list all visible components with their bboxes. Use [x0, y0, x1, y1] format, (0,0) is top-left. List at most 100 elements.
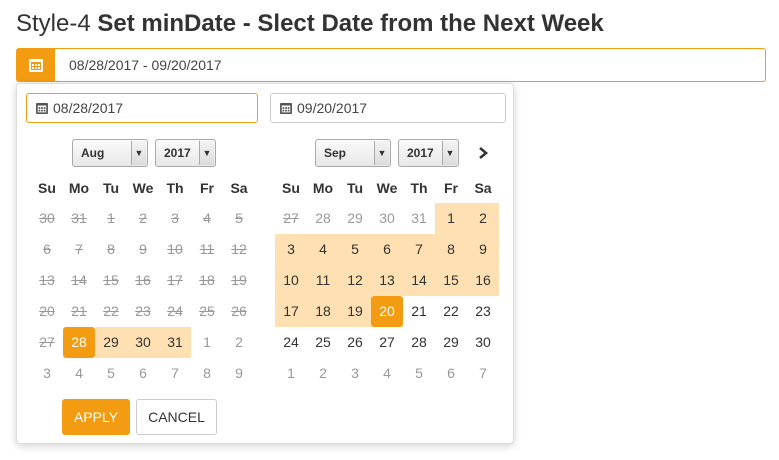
day-cell[interactable]: 26 — [339, 327, 371, 358]
weekday-header: Th — [410, 180, 428, 196]
day-cell[interactable]: 7 — [467, 358, 499, 389]
day-cell[interactable]: 6 — [435, 358, 467, 389]
day-cell: 18 — [199, 272, 215, 288]
day-cell[interactable]: 11 — [307, 265, 339, 296]
day-cell[interactable]: 1 — [275, 358, 307, 389]
day-cell: 3 — [171, 210, 179, 226]
day-cell[interactable]: 2 — [307, 358, 339, 389]
day-cell[interactable]: 28 — [307, 203, 339, 234]
day-cell[interactable]: 22 — [435, 296, 467, 327]
apply-button[interactable]: APPLY — [62, 399, 130, 435]
day-cell[interactable]: 28 — [403, 327, 435, 358]
left-month-select[interactable]: Aug ▼ — [72, 139, 148, 167]
day-cell: 14 — [71, 272, 87, 288]
day-cell[interactable]: 15 — [435, 265, 467, 296]
day-cell[interactable]: 4 — [63, 358, 95, 389]
day-cell[interactable]: 5 — [339, 234, 371, 265]
day-cell[interactable]: 31 — [403, 203, 435, 234]
day-cell[interactable]: 5 — [403, 358, 435, 389]
day-cell[interactable]: 14 — [403, 265, 435, 296]
day-cell[interactable]: 7 — [159, 358, 191, 389]
day-cell: 2 — [139, 210, 147, 226]
day-cell[interactable]: 3 — [339, 358, 371, 389]
day-cell[interactable]: 2 — [223, 327, 255, 358]
day-cell[interactable]: 12 — [339, 265, 371, 296]
day-cell[interactable]: 30 — [371, 203, 403, 234]
day-cell[interactable]: 23 — [467, 296, 499, 327]
daterangepicker-popup: Aug ▼ 2017 ▼ Sep ▼ 2017 ▼ SuMoTuWeThFrSa… — [16, 83, 514, 444]
day-cell: 23 — [135, 303, 151, 319]
day-cell: 8 — [107, 241, 115, 257]
date-range-value[interactable]: 08/28/2017 - 09/20/2017 — [69, 49, 222, 81]
range-addon[interactable] — [17, 49, 55, 81]
day-cell[interactable]: 5 — [95, 358, 127, 389]
day-cell: 27 — [283, 210, 299, 226]
right-calendar-grid: Su Mo Tu We Th Fr Sa 27 28 29 30 31 1 2 3 4 5 6 7 8 9 10 11 12 1… — [275, 173, 499, 389]
day-cell[interactable]: 19 — [339, 296, 371, 327]
cancel-button[interactable]: CANCEL — [136, 399, 217, 435]
left-year-value: 2017 — [164, 146, 191, 160]
day-cell[interactable]: 10 — [275, 265, 307, 296]
day-cell[interactable]: 3 — [275, 234, 307, 265]
day-cell[interactable]: 4 — [371, 358, 403, 389]
day-cell: 10 — [167, 241, 183, 257]
day-cell[interactable]: 21 — [403, 296, 435, 327]
day-cell[interactable]: 9 — [467, 234, 499, 265]
calendar-icon — [280, 102, 292, 115]
day-cell[interactable]: 24 — [275, 327, 307, 358]
day-cell: 21 — [71, 303, 87, 319]
end-date-input[interactable] — [297, 94, 477, 122]
weekday-header: Tu — [346, 180, 364, 196]
right-year-select[interactable]: 2017 ▼ — [398, 139, 459, 167]
day-cell[interactable]: 6 — [371, 234, 403, 265]
day-cell[interactable]: 4 — [307, 234, 339, 265]
day-cell: 5 — [235, 210, 243, 226]
right-month-select[interactable]: Sep ▼ — [315, 139, 391, 167]
day-cell[interactable]: 18 — [307, 296, 339, 327]
chevron-down-icon: ▼ — [199, 141, 214, 165]
day-cell[interactable]: 16 — [467, 265, 499, 296]
left-year-select[interactable]: 2017 ▼ — [155, 139, 216, 167]
day-cell: 11 — [199, 241, 215, 257]
left-month-value: Aug — [81, 146, 105, 160]
day-cell[interactable]: 25 — [307, 327, 339, 358]
day-cell[interactable]: 2 — [467, 203, 499, 234]
weekday-header: Sa — [230, 180, 248, 196]
title-prefix: Style-4 — [16, 10, 98, 37]
day-cell[interactable]: 8 — [435, 234, 467, 265]
day-cell[interactable]: 13 — [371, 265, 403, 296]
next-month-button[interactable] — [471, 141, 495, 165]
day-cell[interactable]: 31 — [159, 327, 191, 358]
day-cell[interactable]: 3 — [31, 358, 63, 389]
day-cell[interactable]: 8 — [191, 358, 223, 389]
start-date-input[interactable] — [53, 94, 233, 122]
day-cell[interactable]: 30 — [127, 327, 159, 358]
day-cell[interactable]: 1 — [435, 203, 467, 234]
day-cell[interactable]: 7 — [403, 234, 435, 265]
day-cell[interactable]: 1 — [191, 327, 223, 358]
day-cell: 4 — [203, 210, 211, 226]
day-cell: 17 — [167, 272, 183, 288]
day-cell[interactable]: 9 — [223, 358, 255, 389]
day-cell: 6 — [43, 241, 51, 257]
left-calendar-grid: Su Mo Tu We Th Fr Sa 30 31 1 2 3 4 5 6 7 8 9 10 11 12 13 14 15 1… — [31, 173, 255, 389]
day-cell[interactable]: 29 — [339, 203, 371, 234]
chevron-down-icon: ▼ — [374, 141, 389, 165]
right-year-value: 2017 — [407, 146, 434, 160]
selected-day-cell[interactable]: 20 — [371, 296, 403, 327]
day-cell[interactable]: 27 — [371, 327, 403, 358]
day-cell[interactable]: 29 — [95, 327, 127, 358]
day-cell: 27 — [39, 334, 55, 350]
day-cell[interactable]: 29 — [435, 327, 467, 358]
selected-day-cell[interactable]: 28 — [63, 327, 95, 358]
weekday-header: Th — [166, 180, 184, 196]
end-date-field[interactable] — [270, 93, 506, 123]
day-cell[interactable]: 6 — [127, 358, 159, 389]
day-cell[interactable]: 17 — [275, 296, 307, 327]
calendar-icon — [36, 102, 48, 115]
day-cell: 13 — [39, 272, 55, 288]
date-range-field[interactable]: 08/28/2017 - 09/20/2017 — [16, 48, 766, 82]
day-cell[interactable]: 30 — [467, 327, 499, 358]
start-date-field[interactable] — [26, 93, 258, 123]
right-month-value: Sep — [324, 146, 347, 160]
